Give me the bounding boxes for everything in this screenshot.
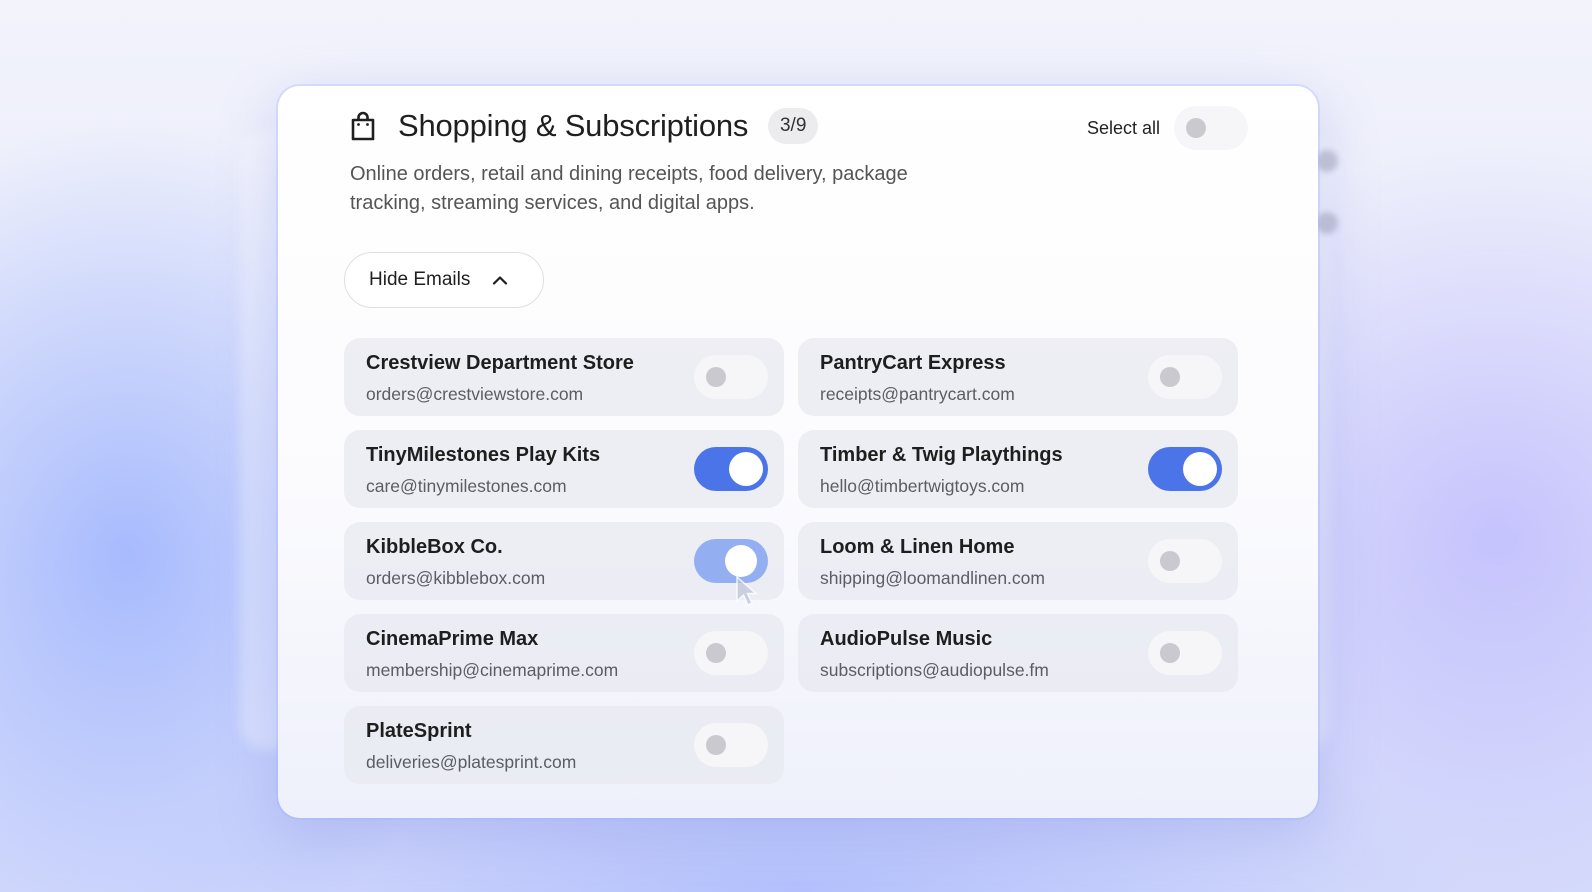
hide-emails-label: Hide Emails	[369, 269, 471, 290]
sender-item[interactable]: PlateSprint deliveries@platesprint.com	[344, 706, 784, 784]
sender-toggle[interactable]	[1148, 355, 1222, 399]
sender-toggle[interactable]	[1148, 539, 1222, 583]
sender-item[interactable]: AudioPulse Music subscriptions@audiopuls…	[798, 614, 1238, 692]
toggle-knob	[1186, 118, 1206, 138]
toggle-knob	[725, 545, 757, 577]
toggle-knob	[729, 452, 763, 486]
toggle-knob	[1160, 643, 1180, 663]
category-description: Online orders, retail and dining receipt…	[350, 163, 908, 214]
sender-item[interactable]: Crestview Department Store orders@crestv…	[344, 338, 784, 416]
sender-item[interactable]: PantryCart Express receipts@pantrycart.c…	[798, 338, 1238, 416]
sender-item[interactable]: Timber & Twig Playthings hello@timbertwi…	[798, 430, 1238, 508]
select-all-control: Select all	[1087, 106, 1248, 150]
select-all-toggle[interactable]	[1174, 106, 1248, 150]
select-all-label: Select all	[1086, 117, 1160, 138]
hide-emails-button[interactable]: Hide Emails	[344, 252, 544, 308]
category-card: Shopping & Subscriptions 3/9 Select all …	[278, 86, 1318, 818]
toggle-knob	[706, 735, 726, 755]
selected-count-badge: 3/9	[768, 108, 819, 144]
chevron-up-icon	[493, 276, 508, 285]
background-ghost-icon	[1316, 150, 1338, 172]
toggle-knob	[1160, 367, 1180, 387]
card-header: Shopping & Subscriptions 3/9	[350, 108, 819, 144]
sender-toggle[interactable]	[694, 355, 768, 399]
sender-item[interactable]: KibbleBox Co. orders@kibblebox.com	[344, 522, 784, 607]
sender-toggle[interactable]	[694, 447, 768, 491]
toggle-knob	[1160, 551, 1180, 571]
sender-list: Crestview Department Store orders@crestv…	[344, 338, 1238, 784]
sender-toggle[interactable]	[1148, 447, 1222, 491]
sender-toggle[interactable]	[1148, 631, 1222, 675]
sender-item[interactable]: Loom & Linen Home shipping@loomandlinen.…	[798, 522, 1238, 600]
shopping-bag-icon	[351, 111, 375, 141]
toggle-knob	[1183, 452, 1217, 486]
sender-item[interactable]: TinyMilestones Play Kits care@tinymilest…	[344, 430, 784, 508]
sender-item[interactable]: CinemaPrime Max membership@cinemaprime.c…	[344, 614, 784, 692]
sender-toggle[interactable]	[694, 631, 768, 675]
background-ghost-icon	[1316, 212, 1338, 234]
sender-toggle[interactable]	[694, 723, 768, 767]
toggle-knob	[706, 643, 726, 663]
mouse-cursor-icon	[736, 575, 759, 607]
toggle-knob	[706, 367, 726, 387]
category-title: Shopping & Subscriptions	[398, 108, 749, 143]
